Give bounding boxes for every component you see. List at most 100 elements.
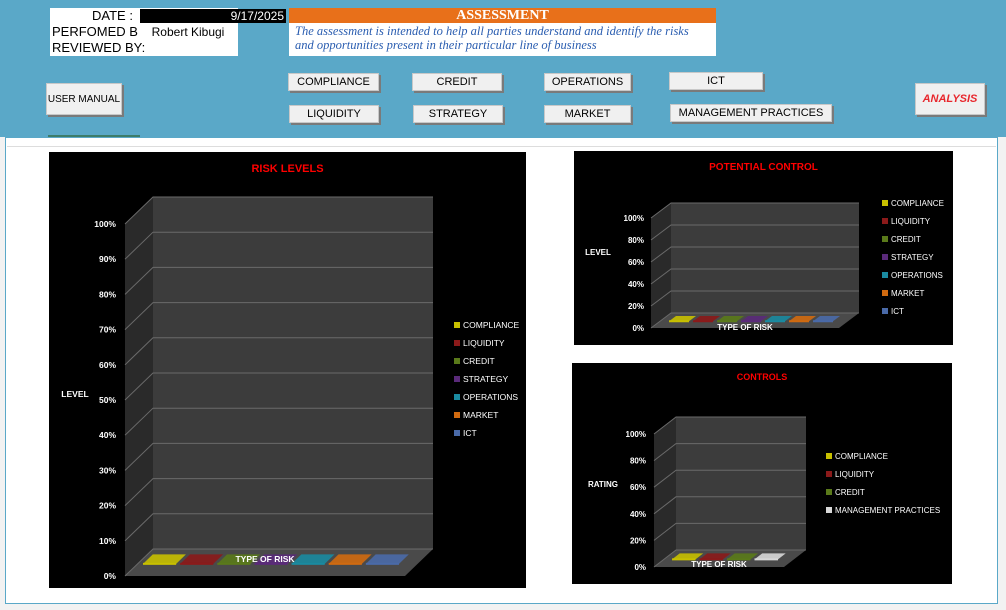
y-tick-label: 100%	[624, 214, 644, 223]
chart-title: CONTROLS	[737, 372, 788, 382]
legend-swatch-ict	[882, 308, 888, 314]
chart-title: RISK LEVELS	[251, 163, 323, 175]
bar-face-market	[328, 562, 362, 565]
legend-swatch-operations	[882, 272, 888, 278]
legend-swatch-liquidity	[454, 340, 460, 346]
y-tick-label: 0%	[634, 563, 646, 572]
y-axis-label: RATING	[588, 480, 618, 489]
legend-swatch-credit	[826, 489, 832, 495]
y-tick-label: 0%	[104, 571, 117, 581]
y-tick-label: 20%	[99, 501, 116, 511]
legend-swatch-strategy	[454, 376, 460, 382]
y-tick-label: 40%	[628, 280, 644, 289]
legend-label-operations: OPERATIONS	[891, 271, 943, 280]
y-tick-label: 80%	[630, 457, 646, 466]
legend-label-market: MARKET	[463, 410, 498, 420]
market-button[interactable]: MARKET	[544, 105, 631, 123]
bar-face-credit	[717, 320, 737, 323]
management-practices-button[interactable]: MANAGEMENT PRACTICES	[670, 104, 832, 122]
legend-label-strategy: STRATEGY	[463, 374, 509, 384]
bar-face-ict	[365, 562, 399, 565]
legend-label-liquidity: LIQUIDITY	[891, 217, 931, 226]
y-tick-label: 40%	[630, 510, 646, 519]
legend-label-operations: OPERATIONS	[463, 392, 518, 402]
chart-back-wall	[671, 203, 859, 313]
assessment-text: The assessment is intended to help all p…	[295, 24, 689, 52]
liquidity-button[interactable]: LIQUIDITY	[289, 105, 379, 123]
legend-swatch-market	[882, 290, 888, 296]
legend-label-liquidity: LIQUIDITY	[463, 338, 505, 348]
chart-title: POTENTIAL CONTROL	[709, 162, 818, 173]
legend-swatch-compliance	[454, 322, 460, 328]
legend-swatch-credit	[882, 236, 888, 242]
x-axis-label: TYPE OF RISK	[691, 560, 747, 569]
risk-levels-chart-svg: 0% 10% 20% 30% 40% 50% 60% 70% 80% 90% 100% RISK LE…	[61, 163, 520, 581]
report-info-box: DATE : 9/17/2025 PERFOMED B Robert Kibug…	[50, 8, 286, 56]
legend-label-management-practices: MANAGEMENT PRACTICES	[835, 506, 940, 515]
credit-button[interactable]: CREDIT	[412, 73, 502, 91]
legend-swatch-liquidity	[882, 218, 888, 224]
y-tick-label: 20%	[628, 302, 644, 311]
date-value[interactable]: 9/17/2025	[140, 9, 286, 23]
y-tick-label: 0%	[632, 324, 644, 333]
bar-face-operations	[291, 562, 325, 565]
legend-label-liquidity: LIQUIDITY	[835, 470, 875, 479]
bar-face-ict	[813, 320, 833, 323]
legend-label-compliance: COMPLIANCE	[891, 199, 944, 208]
bar-face-compliance	[143, 562, 177, 565]
legend-label-ict: ICT	[463, 428, 477, 438]
risk-levels-chart: 0% 10% 20% 30% 40% 50% 60% 70% 80% 90% 100% RISK LE…	[49, 152, 526, 588]
legend-swatch-market	[454, 412, 460, 418]
y-tick-label: 80%	[99, 289, 116, 299]
potential-control-chart-svg: 0% 20% 40% 60% 80% 100% POTENTIAL CONTROL LEVEL…	[585, 162, 944, 333]
legend-swatch-operations	[454, 394, 460, 400]
legend-label-credit: CREDIT	[835, 488, 865, 497]
ict-button[interactable]: ICT	[669, 72, 763, 90]
y-axis-label: LEVEL	[61, 389, 88, 399]
y-tick-label: 20%	[630, 536, 646, 545]
bar-face-operations	[765, 320, 785, 323]
x-axis-label: TYPE OF RISK	[717, 323, 773, 332]
y-tick-label: 70%	[99, 325, 116, 335]
controls-chart: 0% 20% 40% 60% 80% 100% CONTROLS RATING TYPE OF …	[572, 363, 952, 584]
legend-swatch-liquidity	[826, 471, 832, 477]
reviewed-by-label: REVIEWED BY:	[52, 40, 146, 55]
compliance-button[interactable]: COMPLIANCE	[288, 73, 379, 91]
y-tick-label: 80%	[628, 236, 644, 245]
bar-face-liquidity	[693, 320, 713, 323]
legend-swatch-ict	[454, 430, 460, 436]
chart-side-wall	[654, 417, 676, 567]
assessment-box: ASSESSMENT The assessment is intended to…	[289, 8, 716, 56]
performed-by-label: PERFOMED B	[52, 24, 138, 39]
performed-by-value[interactable]: Robert Kibugi	[138, 25, 238, 39]
operations-button[interactable]: OPERATIONS	[544, 73, 631, 91]
user-manual-button[interactable]: USER MANUAL	[46, 83, 122, 115]
legend-label-compliance: COMPLIANCE	[463, 320, 520, 330]
bar-face-liquidity	[180, 562, 214, 565]
potential-control-chart: 0% 20% 40% 60% 80% 100% POTENTIAL CONTROL LEVEL…	[574, 151, 953, 345]
legend-label-strategy: STRATEGY	[891, 253, 934, 262]
legend-swatch-compliance	[826, 453, 832, 459]
legend-label-credit: CREDIT	[891, 235, 921, 244]
analysis-button[interactable]: ANALYSIS	[915, 83, 985, 115]
strategy-button[interactable]: STRATEGY	[413, 105, 503, 123]
y-tick-label: 100%	[626, 430, 646, 439]
y-tick-label: 30%	[99, 465, 116, 475]
y-tick-label: 60%	[628, 258, 644, 267]
chart-back-wall	[676, 417, 806, 550]
y-tick-label: 60%	[630, 483, 646, 492]
y-axis-label: LEVEL	[585, 248, 611, 257]
legend-swatch-strategy	[882, 254, 888, 260]
legend-label-compliance: COMPLIANCE	[835, 452, 888, 461]
controls-chart-svg: 0% 20% 40% 60% 80% 100% CONTROLS RATING TYPE OF …	[588, 372, 940, 572]
assessment-title: ASSESSMENT	[289, 8, 716, 23]
legend-swatch-credit	[454, 358, 460, 364]
y-tick-label: 10%	[99, 536, 116, 546]
x-axis-label: TYPE OF RISK	[235, 554, 295, 564]
y-tick-label: 90%	[99, 254, 116, 264]
legend-label-ict: ICT	[891, 307, 904, 316]
bar-face-market	[789, 320, 809, 323]
y-tick-label: 60%	[99, 360, 116, 370]
date-label: DATE :	[92, 8, 133, 23]
y-tick-label: 50%	[99, 395, 116, 405]
